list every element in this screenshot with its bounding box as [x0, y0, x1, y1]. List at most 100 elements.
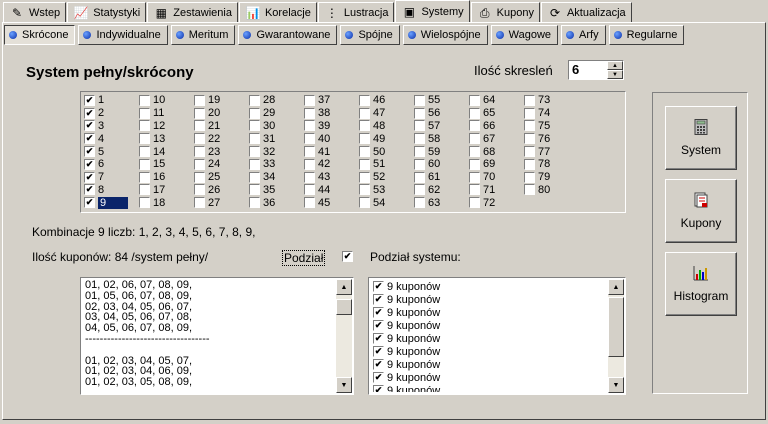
- split-list-item[interactable]: ✔ 9 kuponów: [373, 332, 607, 345]
- checkbox[interactable]: [414, 120, 425, 132]
- number-checkbox-47[interactable]: 47: [359, 107, 414, 120]
- checkbox[interactable]: [139, 197, 150, 209]
- number-checkbox-14[interactable]: 14: [139, 145, 194, 158]
- checkbox[interactable]: [249, 171, 260, 183]
- checkbox[interactable]: [359, 94, 370, 106]
- list-item[interactable]: ----------------------------------: [85, 334, 335, 345]
- checkbox[interactable]: ✔: [84, 120, 95, 132]
- subtab-gwarantowane[interactable]: Gwarantowane: [238, 25, 338, 45]
- split-list-item[interactable]: ✔ 9 kuponów: [373, 345, 607, 358]
- split-listbox[interactable]: ✔ 9 kuponów ✔ 9 kuponów ✔ 9 kuponów ✔ 9 kuponów…: [368, 277, 626, 395]
- number-checkbox-38[interactable]: 38: [304, 107, 359, 120]
- skreslen-spinner[interactable]: 6 ▲ ▼: [568, 60, 624, 80]
- scroll-thumb[interactable]: [336, 299, 352, 315]
- system-button[interactable]: System: [665, 106, 737, 170]
- split-scrollbar[interactable]: ▲ ▼: [608, 279, 624, 393]
- number-checkbox-9[interactable]: ✔ 9: [84, 196, 139, 209]
- split-list-item[interactable]: ✔ 9 kuponów: [373, 358, 607, 371]
- tab-wstep[interactable]: ✎ Wstep: [3, 2, 67, 22]
- number-checkbox-71[interactable]: 71: [469, 184, 524, 197]
- checkbox[interactable]: [524, 107, 535, 119]
- checkbox[interactable]: [469, 197, 480, 209]
- checkbox[interactable]: [249, 158, 260, 170]
- number-checkbox-1[interactable]: ✔ 1: [84, 94, 139, 107]
- number-checkbox-62[interactable]: 62: [414, 184, 469, 197]
- checkbox[interactable]: ✔: [373, 346, 384, 357]
- number-checkbox-28[interactable]: 28: [249, 94, 304, 107]
- scroll-down-button[interactable]: ▼: [336, 377, 352, 393]
- number-checkbox-19[interactable]: 19: [194, 94, 249, 107]
- podzial-checkbox[interactable]: ✔: [342, 251, 353, 262]
- checkbox[interactable]: [304, 146, 315, 158]
- checkbox[interactable]: ✔: [373, 385, 384, 392]
- number-checkbox-13[interactable]: 13: [139, 132, 194, 145]
- number-checkbox-66[interactable]: 66: [469, 120, 524, 133]
- checkbox[interactable]: [524, 184, 535, 196]
- number-checkbox-46[interactable]: 46: [359, 94, 414, 107]
- tab-lustracja[interactable]: ⋮ Lustracja: [317, 2, 395, 22]
- number-checkbox-41[interactable]: 41: [304, 145, 359, 158]
- number-checkbox-20[interactable]: 20: [194, 107, 249, 120]
- checkbox[interactable]: [139, 107, 150, 119]
- number-checkbox-22[interactable]: 22: [194, 132, 249, 145]
- checkbox[interactable]: [139, 133, 150, 145]
- checkbox[interactable]: [194, 120, 205, 132]
- subtab-skrócone[interactable]: Skrócone: [4, 25, 76, 45]
- checkbox[interactable]: [249, 133, 260, 145]
- number-checkbox-7[interactable]: ✔ 7: [84, 171, 139, 184]
- checkbox[interactable]: ✔: [373, 333, 384, 344]
- checkbox[interactable]: [524, 158, 535, 170]
- number-checkbox-74[interactable]: 74: [524, 107, 579, 120]
- number-checkbox-60[interactable]: 60: [414, 158, 469, 171]
- checkbox[interactable]: [194, 133, 205, 145]
- number-checkbox-77[interactable]: 77: [524, 145, 579, 158]
- coupons-listbox[interactable]: 01, 02, 06, 07, 08, 09, 01, 05, 06, 07, 0…: [80, 277, 354, 395]
- number-checkbox-64[interactable]: 64: [469, 94, 524, 107]
- checkbox[interactable]: [194, 94, 205, 106]
- number-checkbox-15[interactable]: 15: [139, 158, 194, 171]
- number-checkbox-72[interactable]: 72: [469, 196, 524, 209]
- list-item[interactable]: [85, 345, 335, 356]
- subtab-wagowe[interactable]: Wagowe: [490, 25, 559, 45]
- number-checkbox-56[interactable]: 56: [414, 107, 469, 120]
- checkbox[interactable]: ✔: [373, 281, 384, 292]
- checkbox[interactable]: [194, 107, 205, 119]
- spin-down-button[interactable]: ▼: [607, 70, 623, 79]
- checkbox[interactable]: ✔: [84, 197, 95, 209]
- subtab-indywidualne[interactable]: Indywidualne: [78, 25, 168, 45]
- number-checkbox-48[interactable]: 48: [359, 120, 414, 133]
- scroll-down-button[interactable]: ▼: [608, 377, 624, 393]
- number-checkbox-18[interactable]: 18: [139, 196, 194, 209]
- checkbox[interactable]: [524, 171, 535, 183]
- number-checkbox-35[interactable]: 35: [249, 184, 304, 197]
- checkbox[interactable]: [524, 94, 535, 106]
- tab-kupony[interactable]: ⎙ Kupony: [470, 2, 540, 22]
- subtab-wielospójne[interactable]: Wielospójne: [402, 25, 488, 45]
- checkbox[interactable]: [249, 120, 260, 132]
- number-checkbox-32[interactable]: 32: [249, 145, 304, 158]
- number-checkbox-67[interactable]: 67: [469, 132, 524, 145]
- subtab-arfy[interactable]: Arfy: [561, 25, 606, 45]
- skreslen-value[interactable]: 6: [569, 61, 607, 79]
- number-checkbox-21[interactable]: 21: [194, 120, 249, 133]
- number-checkbox-50[interactable]: 50: [359, 145, 414, 158]
- tab-systemy[interactable]: ▣ Systemy: [395, 0, 470, 22]
- number-checkbox-34[interactable]: 34: [249, 171, 304, 184]
- checkbox[interactable]: [359, 158, 370, 170]
- number-checkbox-39[interactable]: 39: [304, 120, 359, 133]
- checkbox[interactable]: [304, 184, 315, 196]
- number-checkbox-63[interactable]: 63: [414, 196, 469, 209]
- number-checkbox-58[interactable]: 58: [414, 132, 469, 145]
- checkbox[interactable]: [469, 133, 480, 145]
- number-checkbox-25[interactable]: 25: [194, 171, 249, 184]
- checkbox[interactable]: ✔: [84, 171, 95, 183]
- checkbox[interactable]: [469, 107, 480, 119]
- checkbox[interactable]: [414, 158, 425, 170]
- split-list-item[interactable]: ✔ 9 kuponów: [373, 293, 607, 306]
- number-checkbox-45[interactable]: 45: [304, 196, 359, 209]
- checkbox[interactable]: [249, 94, 260, 106]
- checkbox[interactable]: ✔: [84, 94, 95, 106]
- checkbox[interactable]: [414, 107, 425, 119]
- number-checkbox-12[interactable]: 12: [139, 120, 194, 133]
- split-list-item[interactable]: ✔ 9 kuponów: [373, 371, 607, 384]
